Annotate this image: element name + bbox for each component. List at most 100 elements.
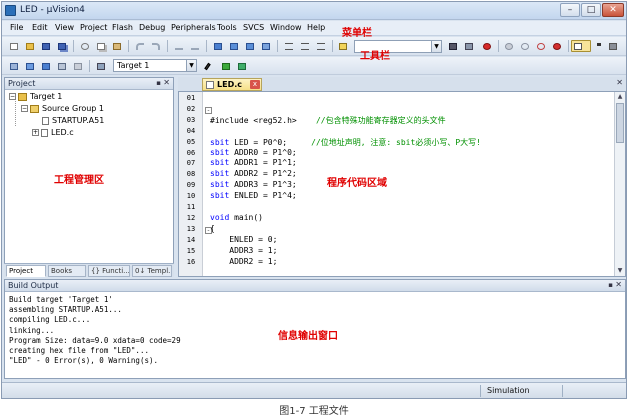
bookmark-clear-button[interactable] (259, 40, 272, 52)
menu-view[interactable]: View (55, 23, 74, 32)
menu-window[interactable]: Window (270, 23, 302, 32)
fold-toggle-icon[interactable]: - (205, 106, 212, 114)
annotation-output-area: 信息输出窗口 (278, 331, 338, 342)
scroll-down-icon[interactable]: ▼ (615, 266, 625, 276)
find-in-files-button[interactable] (336, 40, 349, 52)
tab-books[interactable]: Books (48, 265, 86, 277)
code-line[interactable]: sbit ENLED = P1^4; (210, 191, 297, 200)
nav-forward-button[interactable] (188, 40, 201, 52)
line-number: 15 (186, 246, 196, 255)
tab-functions[interactable]: {} Functi... (88, 265, 130, 277)
code-editor[interactable]: 01 02 03 04 05 06 07 08 09 10 11 12 13 14 15 16 - #inclu… (178, 91, 626, 277)
pin-icon[interactable]: ▪ (608, 281, 613, 289)
tree-group[interactable]: − Source Group 1 (21, 103, 104, 114)
code-line[interactable]: sbit LED = P0^0; //位地址声明, 注意: sbit必须小写、P… (210, 137, 481, 148)
code-line[interactable]: sbit ADDR1 = P1^1; (210, 158, 297, 167)
menu-peripherals[interactable]: Peripherals (171, 23, 216, 32)
tab-project[interactable]: Project (6, 265, 46, 277)
comment-button[interactable] (314, 40, 327, 52)
rebuild-button[interactable] (39, 60, 52, 72)
scroll-up-icon[interactable]: ▲ (615, 92, 625, 102)
unindent-button[interactable] (298, 40, 311, 52)
save-all-button[interactable] (55, 40, 68, 52)
menu-project[interactable]: Project (80, 23, 107, 32)
download-icon (97, 63, 105, 70)
menu-svcs[interactable]: SVCS (243, 23, 264, 32)
target-select[interactable]: Target 1 ▼ (113, 59, 197, 72)
collapse-icon[interactable]: − (9, 93, 16, 100)
menu-debug[interactable]: Debug (139, 23, 165, 32)
save-button[interactable] (39, 40, 52, 52)
code-line[interactable]: sbit ADDR0 = P1^0; (210, 148, 297, 157)
close-button[interactable]: ✕ (602, 3, 624, 17)
scroll-thumb[interactable] (616, 103, 624, 143)
code-line[interactable]: sbit ADDR3 = P1^3; (210, 180, 297, 189)
tree-file-led[interactable]: + LED.c (32, 127, 74, 138)
uvision-window: LED - µVision4 – □ ✕ File Edit View Proj… (1, 1, 627, 399)
menu-help[interactable]: Help (307, 23, 325, 32)
bookmark-toggle-button[interactable] (211, 40, 224, 52)
breakpoint-kill-button[interactable] (550, 40, 563, 52)
tree-target[interactable]: − Target 1 (9, 91, 62, 102)
bookmark-next-button[interactable] (243, 40, 256, 52)
select-device-button[interactable] (235, 60, 248, 72)
paste-button[interactable] (110, 40, 123, 52)
close-icon[interactable]: ✕ (163, 78, 170, 87)
find-file-icon (339, 43, 347, 50)
menu-file[interactable]: File (10, 23, 23, 32)
window-layout-button[interactable] (571, 40, 591, 52)
breakpoint-insert-button[interactable] (502, 40, 515, 52)
code-line[interactable]: ADDR2 = 1; (210, 257, 277, 266)
menu-flash[interactable]: Flash (112, 23, 133, 32)
expand-icon[interactable]: + (32, 129, 39, 136)
c-file-icon (206, 81, 214, 89)
batch-build-button[interactable] (55, 60, 68, 72)
redo-button[interactable] (149, 40, 162, 52)
code-line[interactable]: ADDR3 = 1; (210, 246, 277, 255)
debug-start-button[interactable] (480, 40, 493, 52)
vertical-scrollbar[interactable]: ▲ ▼ (614, 92, 625, 276)
code-line[interactable]: #include <reg52.h> //包含特殊功能寄存器定义的头文件 (210, 115, 446, 126)
tab-led-c[interactable]: LED.c x (202, 78, 262, 91)
pin-icon[interactable]: ▪ (156, 79, 161, 87)
manage-components-button[interactable] (219, 60, 232, 72)
breakpoint-enable-button[interactable] (518, 40, 531, 52)
new-file-button[interactable] (7, 40, 20, 52)
code-line[interactable]: sbit ADDR2 = P1^2; (210, 169, 297, 178)
replace-button[interactable] (462, 40, 475, 52)
copy-button[interactable] (94, 40, 107, 52)
maximize-button[interactable]: □ (581, 3, 601, 17)
nav-back-button[interactable] (172, 40, 185, 52)
close-icon[interactable]: ✕ (616, 78, 623, 87)
undo-button[interactable] (133, 40, 146, 52)
menu-edit[interactable]: Edit (32, 23, 48, 32)
layout-dropdown-button[interactable] (594, 40, 602, 52)
code-line[interactable]: void main() (210, 213, 263, 222)
tab-templates[interactable]: 0↓ Templ... (132, 265, 172, 277)
tree-file-startup[interactable]: STARTUP.A51 (42, 115, 104, 126)
stop-build-button[interactable] (71, 60, 84, 72)
code-line[interactable]: { (210, 224, 215, 233)
translate-button[interactable] (7, 60, 20, 72)
breakpoint-disable-button[interactable] (534, 40, 547, 52)
build-button[interactable] (23, 60, 36, 72)
line-number: 12 (186, 213, 196, 222)
code-line[interactable]: ENLED = 0; (210, 235, 277, 244)
arrow-right-icon (191, 43, 199, 50)
menu-tools[interactable]: Tools (217, 23, 237, 32)
indent-button[interactable] (282, 40, 295, 52)
close-tab-icon[interactable]: x (250, 80, 260, 89)
figure-caption: 图1-7 工程文件 (279, 406, 349, 417)
target-options-button[interactable] (203, 60, 216, 72)
download-button[interactable] (94, 60, 107, 72)
build-output-line: Build target 'Target 1' (9, 295, 113, 304)
minimize-button[interactable]: – (560, 3, 580, 17)
close-icon[interactable]: ✕ (615, 280, 622, 289)
bookmark-prev-button[interactable] (227, 40, 240, 52)
debug-magnifier-icon (483, 43, 491, 50)
configure-button[interactable] (606, 40, 619, 52)
find-button[interactable] (446, 40, 459, 52)
collapse-icon[interactable]: − (21, 105, 28, 112)
open-file-button[interactable] (23, 40, 36, 52)
cut-button[interactable] (78, 40, 91, 52)
